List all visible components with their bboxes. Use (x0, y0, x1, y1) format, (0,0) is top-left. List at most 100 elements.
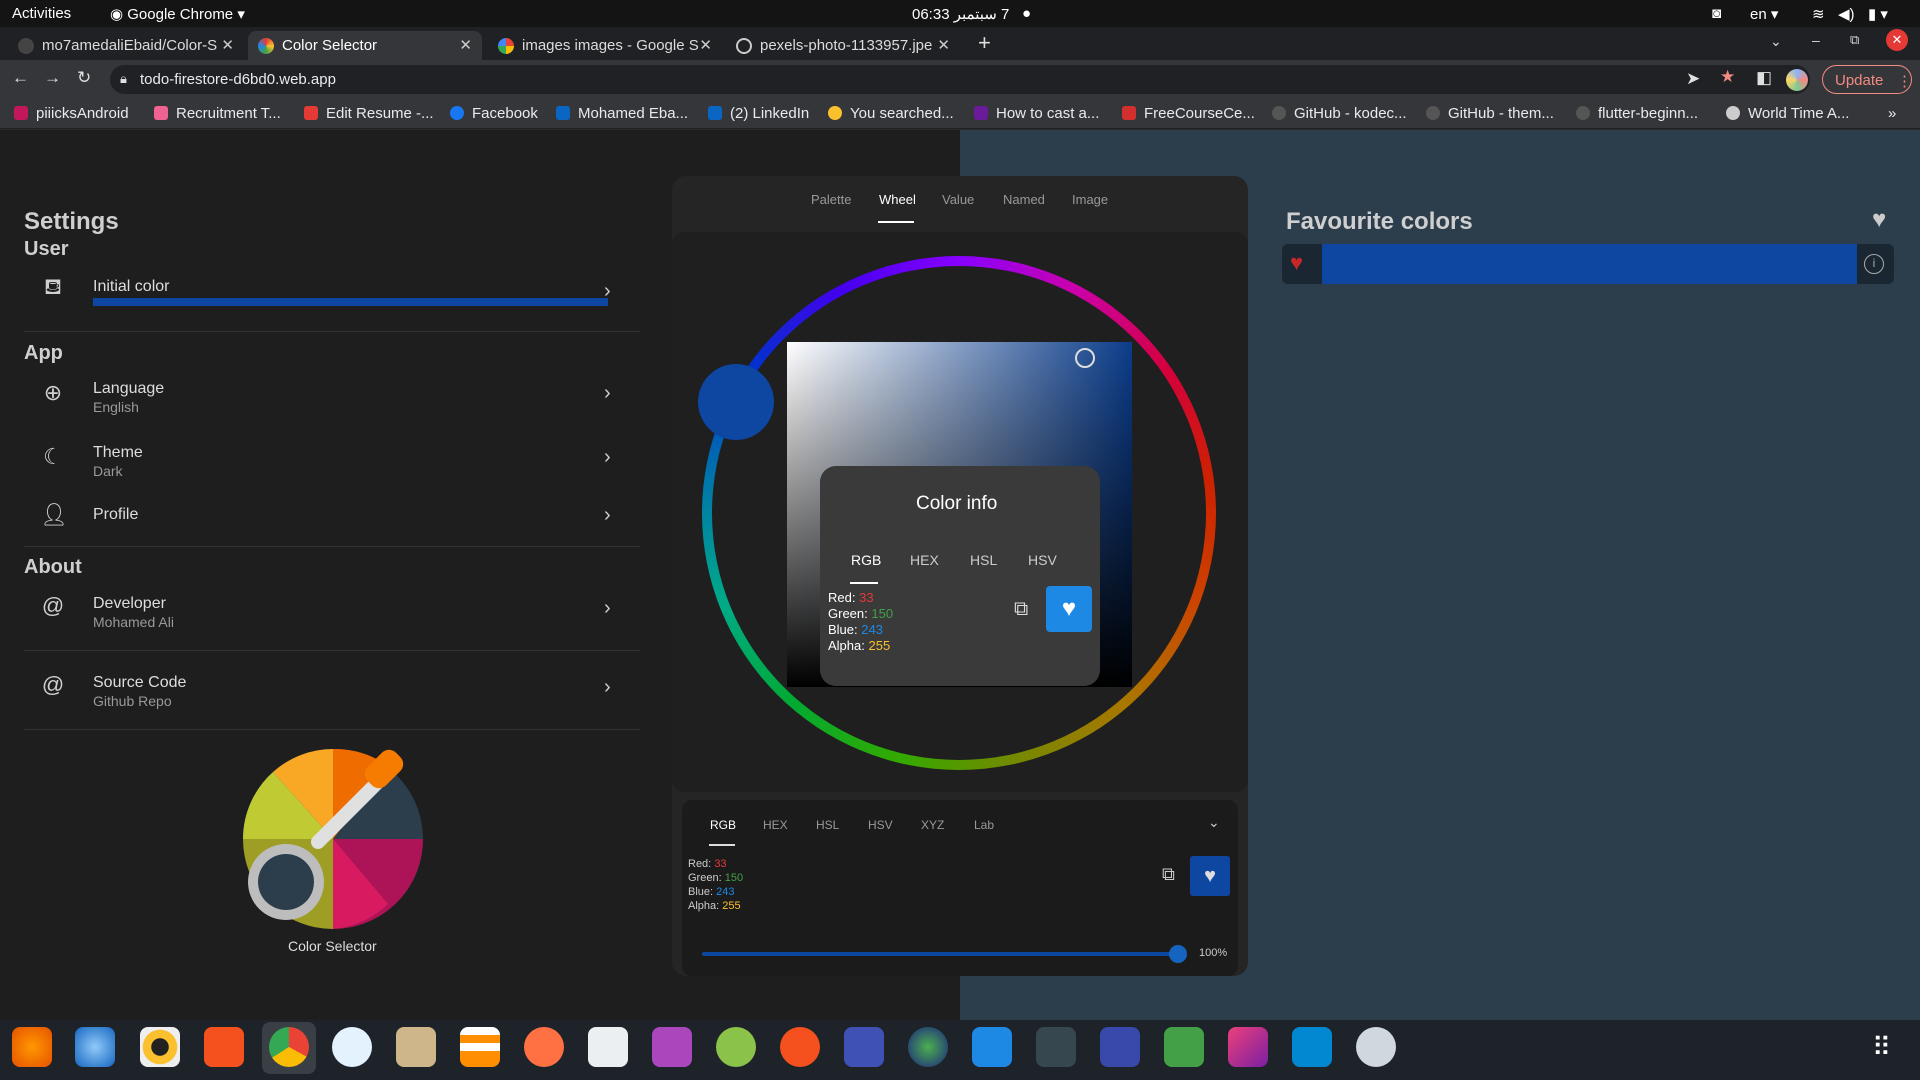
bookmark-item[interactable]: GitHub - them... (1426, 105, 1554, 122)
keyboard-layout[interactable]: en ▾ (1750, 5, 1778, 23)
close-tab-icon[interactable]: ✕ (699, 36, 712, 54)
favourite-heart-icon[interactable]: ♥ (1290, 250, 1303, 276)
developer-row[interactable]: @ Developer Mohamed Ali › (20, 587, 640, 637)
panel-tab-hex[interactable]: HEX (763, 818, 788, 832)
tab-google-images[interactable]: images images - Google S ✕ (488, 31, 722, 60)
volume-icon[interactable]: ◀) (1838, 5, 1855, 23)
panel-tab-hsv[interactable]: HSV (868, 818, 893, 832)
send-icon[interactable]: ➤ (1686, 69, 1700, 89)
panel-tab-lab[interactable]: Lab (974, 818, 994, 832)
opacity-slider-track[interactable] (702, 952, 1178, 956)
firefox-icon[interactable] (12, 1027, 52, 1067)
vscode-icon[interactable] (1292, 1027, 1332, 1067)
calc-icon[interactable] (1164, 1027, 1204, 1067)
wifi-icon[interactable]: ≋ (1812, 5, 1825, 23)
android-icon[interactable] (716, 1027, 756, 1067)
tab-named[interactable]: Named (1003, 192, 1045, 207)
close-tab-icon[interactable]: ✕ (459, 36, 472, 54)
copy-icon[interactable]: ⧉ (1014, 598, 1028, 621)
ubuntu-icon[interactable] (780, 1027, 820, 1067)
bookmark-item[interactable]: Mohamed Eba... (556, 105, 688, 122)
clock[interactable]: 06:33 ‏7 سبتمبر (912, 5, 1009, 23)
document-viewer-icon[interactable] (588, 1027, 628, 1067)
screenshot-icon[interactable] (1100, 1027, 1140, 1067)
panel-tab-rgb[interactable]: RGB (710, 818, 736, 832)
initial-color-row[interactable]: ⛾ Initial color › (20, 266, 640, 326)
tab-image[interactable]: Image (1072, 192, 1108, 207)
side-panel-icon[interactable]: ◧ (1756, 68, 1772, 88)
rhythmbox-icon[interactable] (140, 1027, 180, 1067)
menu-dots-icon[interactable]: ⋮ (1897, 72, 1912, 90)
bookmark-item[interactable]: FreeCourseCe... (1122, 105, 1255, 122)
close-tab-icon[interactable]: ✕ (937, 36, 950, 54)
inkscape-icon[interactable] (524, 1027, 564, 1067)
bookmark-star-icon[interactable]: ★ (1720, 67, 1735, 87)
back-icon[interactable]: ← (12, 68, 29, 88)
reload-icon[interactable]: ↻ (77, 68, 91, 88)
restore-icon[interactable]: ⧉ (1850, 32, 1859, 48)
update-button[interactable]: Update ⋮ (1822, 65, 1912, 94)
new-tab-icon[interactable]: + (978, 30, 991, 56)
forward-icon[interactable]: → (44, 68, 61, 88)
close-window-icon[interactable]: ✕ (1886, 29, 1908, 51)
heart-icon[interactable]: ♥ (1872, 206, 1886, 234)
terminal-icon[interactable] (1036, 1027, 1076, 1067)
intellij-icon[interactable] (1228, 1027, 1268, 1067)
dialog-tab-hsl[interactable]: HSL (970, 552, 997, 568)
app-menu[interactable]: ◉ Google Chrome ▾ (110, 5, 245, 23)
bookmark-item[interactable]: Edit Resume -... (304, 105, 434, 122)
theme-row[interactable]: ☾ Theme Dark › (20, 436, 640, 486)
hue-handle[interactable] (698, 364, 774, 440)
tab-search-icon[interactable]: ⌄ (1770, 33, 1782, 50)
close-tab-icon[interactable]: ✕ (221, 36, 234, 54)
tab-github[interactable]: mo7amedaliEbaid/Color-S ✕ (8, 31, 244, 60)
favourite-button[interactable]: ♥ (1046, 586, 1092, 632)
updater-icon[interactable] (1356, 1027, 1396, 1067)
more-bookmarks-icon[interactable]: » (1888, 105, 1896, 122)
bookmark-item[interactable]: World Time A... (1726, 105, 1849, 122)
dialog-tab-hsv[interactable]: HSV (1028, 552, 1057, 568)
copy-icon[interactable]: ⧉ (1162, 864, 1175, 885)
app-grid-icon[interactable]: ⠿ (1872, 1032, 1891, 1063)
sv-handle[interactable] (1075, 348, 1095, 368)
gimp-icon[interactable] (908, 1027, 948, 1067)
tab-pexels[interactable]: pexels-photo-1133957.jpe ✕ (726, 31, 960, 60)
tab-palette[interactable]: Palette (811, 192, 851, 207)
bookmark-item[interactable]: Recruitment T... (154, 105, 281, 122)
tab-value[interactable]: Value (942, 192, 974, 207)
address-bar[interactable] (110, 65, 1810, 94)
bookmark-item[interactable]: You searched... (828, 105, 954, 122)
thunderbird-icon[interactable] (75, 1027, 115, 1067)
tab-color-selector[interactable]: Color Selector ✕ (248, 31, 482, 60)
profile-row[interactable]: 👤︎ Profile › (20, 498, 640, 538)
bookmark-item[interactable]: (2) LinkedIn (708, 105, 809, 122)
minimize-icon[interactable]: – (1812, 32, 1820, 48)
bookmark-item[interactable]: How to cast a... (974, 105, 1099, 122)
activities-button[interactable]: Activities (12, 5, 71, 22)
source-code-row[interactable]: @ Source Code Github Repo › (20, 666, 640, 716)
battery-icon[interactable]: ▮ ▾ (1868, 5, 1888, 23)
privacy-icon[interactable]: ◙ (1712, 5, 1721, 22)
software-center-icon[interactable] (204, 1027, 244, 1067)
language-row[interactable]: ⊕ Language English › (20, 372, 640, 422)
tasks-icon[interactable] (844, 1027, 884, 1067)
chrome-icon[interactable] (269, 1027, 309, 1067)
bookmark-item[interactable]: Facebook (450, 105, 538, 122)
files-icon[interactable] (396, 1027, 436, 1067)
panel-tab-xyz[interactable]: XYZ (921, 818, 944, 832)
bookmark-item[interactable]: GitHub - kodec... (1272, 105, 1407, 122)
lock-icon[interactable]: 🔒︎ (120, 71, 127, 87)
video-player-icon[interactable] (652, 1027, 692, 1067)
app-store-icon[interactable] (332, 1027, 372, 1067)
writer-icon[interactable] (972, 1027, 1012, 1067)
dialog-tab-hex[interactable]: HEX (910, 552, 939, 568)
bookmark-item[interactable]: flutter-beginn... (1576, 105, 1698, 122)
url-text[interactable]: todo-firestore-d6bd0.web.app (140, 71, 336, 88)
favourite-button[interactable]: ♥ (1190, 856, 1230, 896)
favourite-color-item[interactable]: ♥ i (1282, 244, 1894, 284)
chevron-down-icon[interactable]: ⌄ (1208, 814, 1220, 831)
opacity-slider-thumb[interactable] (1169, 945, 1187, 963)
profile-avatar[interactable] (1786, 69, 1808, 91)
vlc-icon[interactable] (460, 1027, 500, 1067)
info-icon[interactable]: i (1864, 254, 1884, 274)
